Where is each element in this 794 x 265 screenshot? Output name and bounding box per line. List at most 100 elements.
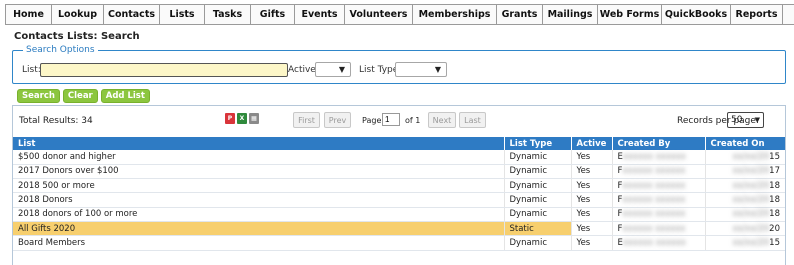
table-row[interactable]: 2018 500 or more Dynamic Yes Fxxxxxx xxx… [13, 178, 785, 194]
last-page-button[interactable]: Last [459, 112, 486, 128]
results-panel: Total Results: 34 P X ▦ First Prev Page … [12, 105, 786, 265]
created-by-cell: Fxxxxxx xxxxxx [612, 164, 706, 180]
list-name-cell[interactable]: 2018 Donors [13, 192, 505, 208]
created-on-cell: xx/xx/2018 [705, 192, 785, 208]
nav-lookup[interactable]: Lookup [52, 5, 104, 24]
redacted-date: xx/xx/20 [732, 237, 770, 248]
list-name-cell[interactable]: 2018 500 or more [13, 178, 505, 194]
created-by-cell: Fxxxxxx xxxxxx [612, 221, 706, 237]
next-page-button[interactable]: Next [428, 112, 456, 128]
records-per-page-value: 50 [731, 115, 743, 125]
list-type-cell: Dynamic [504, 235, 572, 251]
active-cell: Yes [571, 207, 613, 222]
page-number-input[interactable] [382, 113, 400, 126]
first-page-button[interactable]: First [293, 112, 320, 128]
redacted-name: xxxxxx xxxxxx [622, 180, 686, 191]
active-select[interactable]: ▼ [315, 62, 351, 77]
table-row[interactable]: $500 donor and higher Dynamic Yes Exxxxx… [13, 150, 785, 165]
list-name-cell[interactable]: 2017 Donors over $100 [13, 164, 505, 180]
redacted-date: xx/xx/20 [732, 151, 770, 162]
list-type-cell: Dynamic [504, 178, 572, 194]
created-on-cell: xx/xx/2015 [705, 235, 785, 251]
col-header-created-on[interactable]: Created On [705, 137, 785, 150]
redacted-date: xx/xx/20 [732, 195, 770, 206]
nav-web-forms[interactable]: Web Forms [598, 5, 662, 24]
list-type-select[interactable]: ▼ [395, 62, 447, 77]
active-cell: Yes [571, 192, 613, 208]
list-type-cell: Static [504, 221, 572, 237]
col-header-list-type[interactable]: List Type [504, 137, 572, 150]
created-on-suffix: 18 [769, 209, 780, 220]
clear-button[interactable]: Clear [62, 89, 98, 103]
created-by-cell: Fxxxxxx xxxxxx [612, 207, 706, 222]
page-of-label: of 1 [405, 116, 421, 125]
col-header-created-by[interactable]: Created By [612, 137, 706, 150]
list-name-cell[interactable]: 2018 donors of 100 or more [13, 207, 505, 222]
pdf-icon[interactable]: P [225, 113, 235, 124]
created-on-suffix: 20 [769, 223, 780, 234]
print-icon[interactable]: ▦ [249, 113, 259, 124]
created-on-suffix: 15 [769, 237, 780, 248]
nav-quickbooks[interactable]: QuickBooks [662, 5, 731, 24]
list-type-cell: Dynamic [504, 192, 572, 208]
table-row[interactable]: 2017 Donors over $100 Dynamic Yes Fxxxxx… [13, 164, 785, 180]
nav-home[interactable]: Home [6, 5, 52, 24]
list-type-cell: Dynamic [504, 164, 572, 180]
list-name-cell[interactable]: Board Members [13, 235, 505, 251]
nav-volunteers[interactable]: Volunteers [345, 5, 413, 24]
active-cell: Yes [571, 221, 613, 237]
col-header-active[interactable]: Active [571, 137, 613, 150]
created-by-cell: Fxxxxxx xxxxxx [612, 178, 706, 194]
created-by-cell: Exxxxxx xxxxxx [612, 235, 706, 251]
col-header-list[interactable]: List [13, 137, 505, 150]
redacted-name: xxxxxx xxxxxx [622, 237, 686, 248]
created-on-cell: xx/xx/2015 [705, 150, 785, 165]
created-on-cell: xx/xx/2017 [705, 164, 785, 180]
excel-icon[interactable]: X [237, 113, 247, 124]
nav-mailings[interactable]: Mailings [543, 5, 598, 24]
table-row[interactable]: Board Members Dynamic Yes Exxxxxx xxxxxx… [13, 235, 785, 251]
created-on-suffix: 15 [769, 151, 780, 162]
nav-gifts[interactable]: Gifts [251, 5, 295, 24]
add-list-button[interactable]: Add List [100, 89, 150, 103]
list-name-cell[interactable]: $500 donor and higher [13, 150, 505, 165]
active-cell: Yes [571, 164, 613, 180]
search-button[interactable]: Search [17, 89, 60, 103]
nav-grants[interactable]: Grants [497, 5, 543, 24]
total-results: Total Results: 34 [19, 116, 93, 126]
action-buttons: Search Clear Add List [17, 89, 150, 103]
nav-events[interactable]: Events [295, 5, 345, 24]
nav-reports[interactable]: Reports [731, 5, 783, 24]
list-search-input[interactable] [40, 63, 288, 77]
records-per-page-select[interactable]: 50 ▼ [727, 112, 764, 128]
nav-contacts[interactable]: Contacts [104, 5, 160, 24]
redacted-date: xx/xx/20 [732, 223, 770, 234]
chevron-down-icon: ▼ [754, 116, 760, 124]
table-row[interactable]: 2018 donors of 100 or more Dynamic Yes F… [13, 207, 785, 222]
list-label: List: [22, 65, 41, 75]
list-name-cell[interactable]: All Gifts 2020 [13, 221, 505, 237]
nav-lists[interactable]: Lists [160, 5, 205, 24]
created-on-suffix: 18 [769, 195, 780, 206]
table-row[interactable]: 2018 Donors Dynamic Yes Fxxxxxx xxxxxx x… [13, 192, 785, 208]
nav-memberships[interactable]: Memberships [413, 5, 497, 24]
table-row-highlighted[interactable]: All Gifts 2020 Static Yes Fxxxxxx xxxxxx… [13, 221, 785, 237]
search-options-panel: Search Options List: Active: ▼ List Type… [12, 45, 786, 84]
redacted-name: xxxxxx xxxxxx [622, 195, 686, 206]
active-cell: Yes [571, 235, 613, 251]
redacted-date: xx/xx/20 [732, 166, 770, 177]
page-title: Contacts Lists: Search [14, 31, 140, 42]
active-cell: Yes [571, 178, 613, 194]
active-cell: Yes [571, 150, 613, 165]
prev-page-button[interactable]: Prev [324, 112, 351, 128]
nav-tasks[interactable]: Tasks [205, 5, 251, 24]
redacted-name: xxxxxx xxxxxx [622, 166, 686, 177]
table-header-row: List List Type Active Created By Created… [13, 137, 785, 150]
redacted-date: xx/xx/20 [732, 180, 770, 191]
chevron-down-icon: ▼ [434, 65, 441, 74]
search-options-legend: Search Options [23, 45, 98, 55]
list-type-cell: Dynamic [504, 207, 572, 222]
created-on-cell: xx/xx/2018 [705, 207, 785, 222]
list-type-cell: Dynamic [504, 150, 572, 165]
